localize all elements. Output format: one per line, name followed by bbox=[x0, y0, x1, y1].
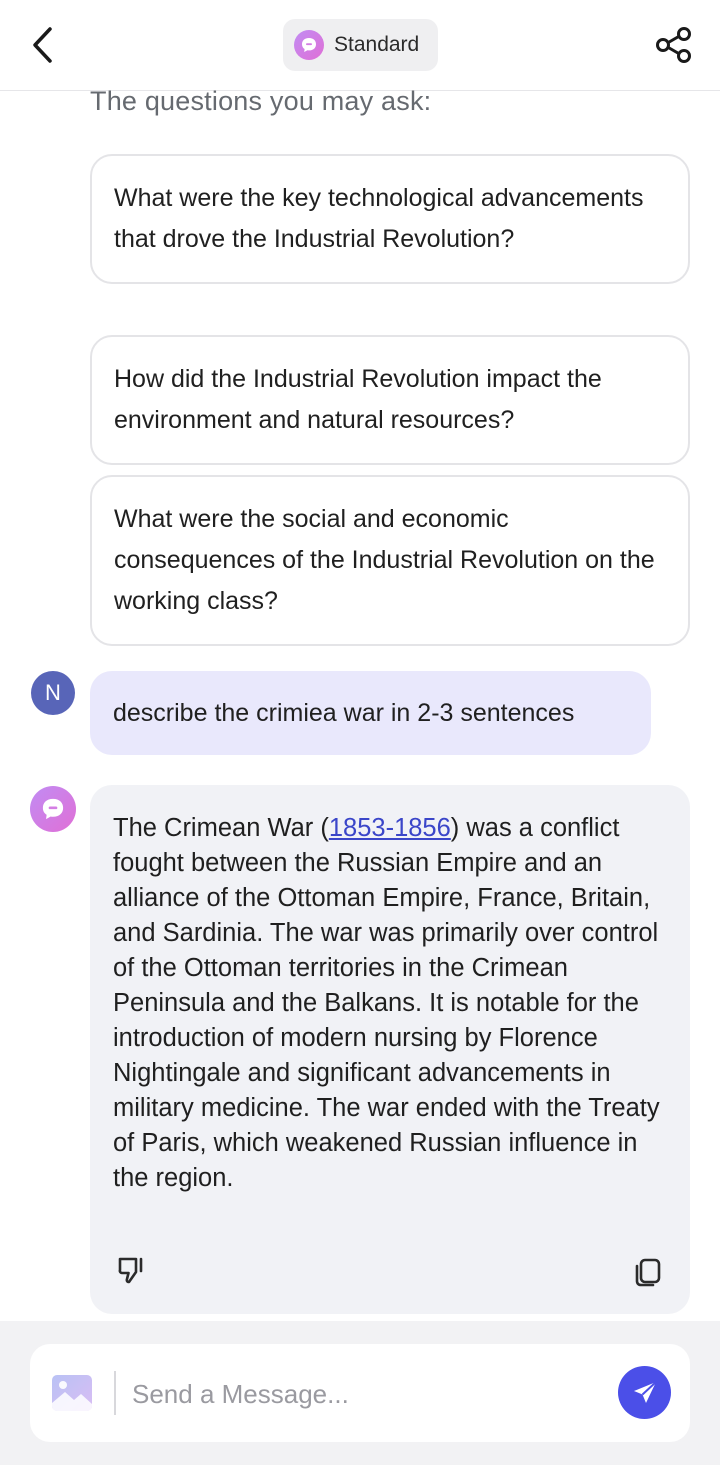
mode-selector[interactable]: Standard bbox=[283, 19, 438, 71]
suggestion-card[interactable]: What were the key technological advancem… bbox=[90, 154, 690, 284]
share-button[interactable] bbox=[654, 26, 694, 64]
user-message-text: describe the crimiea war in 2-3 sentence… bbox=[113, 698, 575, 727]
message-input[interactable] bbox=[130, 1369, 604, 1419]
bot-message-bubble: The Crimean War (1853-1856) was a confli… bbox=[90, 785, 690, 1314]
message-composer bbox=[30, 1344, 690, 1442]
suggestion-text: How did the Industrial Revolution impact… bbox=[114, 365, 602, 434]
mode-label: Standard bbox=[334, 33, 420, 56]
suggestion-card[interactable]: What were the social and economic conseq… bbox=[90, 475, 690, 646]
back-button[interactable] bbox=[26, 24, 62, 66]
user-message-bubble: describe the crimiea war in 2-3 sentence… bbox=[90, 671, 651, 755]
bot-message-text: The Crimean War (1853-1856) was a confli… bbox=[113, 811, 667, 1196]
suggestion-text: What were the social and economic conseq… bbox=[114, 505, 655, 615]
suggestion-card[interactable]: How did the Industrial Revolution impact… bbox=[90, 335, 690, 465]
date-link[interactable]: 1853-1856 bbox=[329, 814, 451, 842]
bot-text-part: ) was a conflict fought between the Russ… bbox=[113, 814, 660, 1192]
top-bar: Standard bbox=[0, 0, 720, 91]
copy-button[interactable] bbox=[632, 1256, 664, 1288]
send-button[interactable] bbox=[618, 1366, 671, 1419]
thumbs-down-button[interactable] bbox=[116, 1254, 148, 1286]
chevron-left-icon bbox=[33, 27, 52, 63]
suggestions-title: The questions you may ask: bbox=[90, 86, 432, 116]
user-avatar: N bbox=[31, 671, 75, 715]
image-icon bbox=[52, 1375, 92, 1411]
composer-divider bbox=[114, 1371, 116, 1415]
suggestion-text: What were the key technological advancem… bbox=[114, 184, 644, 253]
bot-text-part: The Crimean War ( bbox=[113, 814, 329, 842]
copy-icon bbox=[635, 1258, 661, 1287]
thumbs-down-icon bbox=[118, 1257, 143, 1284]
chat-bubble-icon bbox=[294, 30, 324, 60]
image-upload-button[interactable] bbox=[50, 1371, 94, 1415]
chat-bubble-icon bbox=[42, 798, 64, 820]
share-icon bbox=[656, 27, 691, 63]
composer-area bbox=[0, 1321, 720, 1465]
bot-avatar bbox=[30, 786, 76, 832]
send-icon bbox=[633, 1380, 657, 1403]
